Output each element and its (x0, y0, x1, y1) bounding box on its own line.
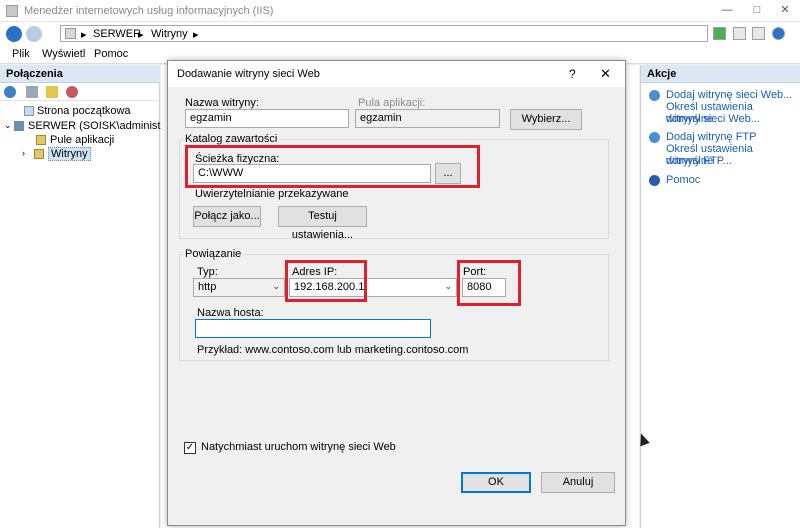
content-directory-label: Katalog zawartości (183, 133, 280, 145)
add-ftp-icon (649, 132, 660, 143)
help-link[interactable]: Pomoc (666, 174, 700, 186)
tree-label: Witryny (48, 147, 91, 161)
address-path[interactable]: ▸ SERWER ▸ Witryny ▸ (60, 25, 708, 42)
highlight-port (457, 260, 521, 306)
menu-view[interactable]: Wyświetl (42, 48, 85, 60)
example-text: Przykład: www.contoso.com lub marketing.… (197, 344, 469, 356)
breadcrumb-sites[interactable]: Witryny (151, 28, 188, 40)
tree-label: Strona początkowa (37, 105, 131, 117)
refresh-icon[interactable] (713, 27, 726, 40)
start-page-icon (24, 106, 34, 116)
close-window-button[interactable]: ✕ (770, 0, 800, 22)
app-pool-field: egzamin (355, 109, 500, 128)
dialog-title: Dodawanie witryny sieci Web (177, 68, 320, 80)
site-name-input[interactable]: egzamin (185, 109, 349, 128)
window-title: Menedżer internetowych usług informacyjn… (24, 5, 274, 17)
iis-app-icon (6, 5, 18, 17)
connections-header: Połączenia (0, 65, 160, 83)
sites-folder-icon (34, 149, 44, 159)
forward-icon[interactable] (26, 26, 42, 42)
actions-panel: Akcje Dodaj witrynę sieci Web... Określ … (640, 65, 800, 528)
cancel-button[interactable]: Anuluj (541, 472, 615, 493)
address-bar: ▸ SERWER ▸ Witryny ▸ (0, 22, 800, 44)
dialog-close-button[interactable]: ✕ (600, 66, 611, 82)
passthrough-auth-label: Uwierzytelnianie przekazywane (195, 188, 349, 200)
connections-panel: Połączenia Strona początkowa ⌄ SERWER (S… (0, 65, 183, 528)
app-pool-icon (36, 135, 46, 145)
type-value: http (198, 281, 217, 293)
menu-file[interactable]: Plik (12, 48, 30, 60)
breadcrumb-server[interactable]: SERWER (93, 28, 141, 40)
actions-header: Akcje (641, 65, 800, 83)
connect-as-button[interactable]: Połącz jako... (193, 206, 261, 227)
maximize-button[interactable]: □ (742, 0, 772, 22)
connect-icon[interactable] (4, 86, 16, 98)
highlight-physical-path (185, 145, 480, 188)
server-icon (14, 121, 24, 131)
start-now-label: Natychmiast uruchom witrynę sieci Web (201, 441, 396, 453)
collapse-icon[interactable]: ⌄ (4, 120, 12, 131)
add-site-icon (649, 90, 660, 101)
chevron-down-icon: ⌄ (272, 281, 280, 291)
path-separator: ▸ (138, 29, 144, 41)
minimize-button[interactable]: — (712, 0, 742, 22)
expand-icon[interactable]: › (22, 148, 25, 158)
connections-toolbar (0, 83, 160, 101)
tree-label: SERWER (SOISK\administrator (28, 120, 184, 132)
highlight-ip-address (285, 260, 367, 302)
help-icon[interactable] (772, 27, 785, 40)
stop-icon[interactable] (733, 27, 746, 40)
test-settings-button[interactable]: Testuj ustawienia... (278, 206, 367, 241)
start-now-checkbox[interactable]: ✓ (184, 442, 196, 454)
type-label: Typ: (197, 266, 218, 278)
menu-help[interactable]: Pomoc (94, 48, 128, 60)
dialog-title-bar: Dodawanie witryny sieci Web ? ✕ (168, 61, 625, 87)
add-website-dialog: Dodawanie witryny sieci Web ? ✕ Nazwa wi… (167, 60, 626, 526)
path-separator: ▸ (193, 29, 199, 41)
title-bar: Menedżer internetowych usług informacyjn… (0, 0, 800, 22)
site-name-label: Nazwa witryny: (185, 97, 259, 109)
save-icon[interactable] (26, 86, 38, 98)
site-defaults-link-cont[interactable]: witryny sieci Web... (666, 113, 760, 125)
select-app-pool-button[interactable]: Wybierz... (510, 109, 582, 130)
dialog-help-button[interactable]: ? (569, 67, 576, 81)
add-ftp-link[interactable]: Dodaj witrynę FTP (666, 131, 756, 143)
up-folder-icon[interactable] (46, 86, 58, 98)
path-separator: ▸ (81, 29, 87, 41)
binding-label: Powiązanie (183, 248, 244, 260)
tree-label: Pule aplikacji (50, 134, 115, 146)
type-select[interactable]: http ⌄ (193, 278, 285, 297)
folder-icon (65, 28, 76, 39)
help-circle-icon (649, 175, 660, 186)
hostname-label: Nazwa hosta: (197, 307, 264, 319)
disconnect-icon[interactable] (66, 86, 78, 98)
home-icon[interactable] (752, 27, 765, 40)
back-icon[interactable] (6, 26, 22, 42)
ftp-defaults-link-cont[interactable]: witryny FTP... (666, 155, 732, 167)
hostname-input[interactable] (195, 319, 431, 338)
add-site-link[interactable]: Dodaj witrynę sieci Web... (666, 89, 792, 101)
app-pool-label: Pula aplikacji: (358, 97, 426, 109)
ok-button[interactable]: OK (461, 472, 531, 493)
chevron-down-icon: ⌄ (444, 281, 452, 291)
